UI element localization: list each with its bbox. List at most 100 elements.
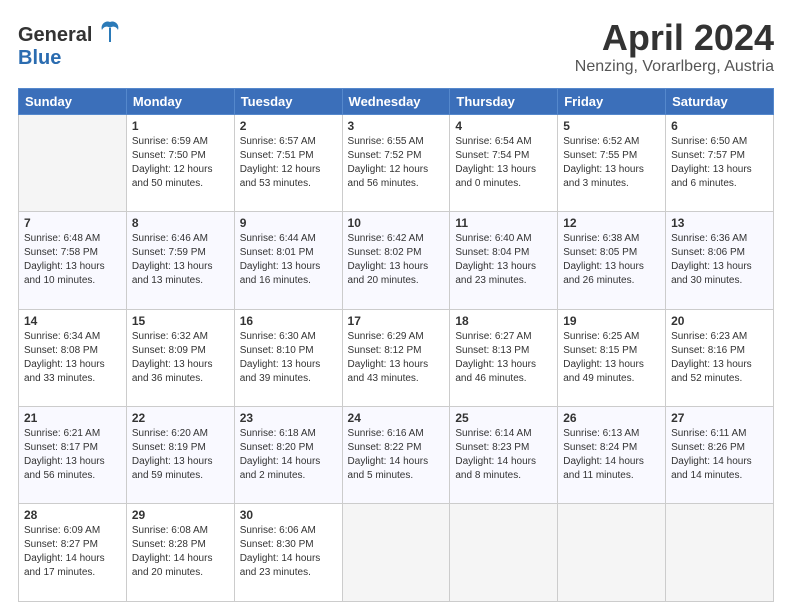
day-info: Sunrise: 6:29 AM Sunset: 8:12 PM Dayligh… [348, 330, 445, 386]
day-number: 6 [671, 119, 768, 133]
day-info: Sunrise: 6:32 AM Sunset: 8:09 PM Dayligh… [132, 330, 229, 386]
calendar-week-5: 28 Sunrise: 6:09 AM Sunset: 8:27 PM Dayli… [19, 504, 774, 602]
calendar-cell: 18Sunrise: 6:27 AM Sunset: 8:13 PM Dayli… [450, 309, 558, 406]
header: General Blue April 2024 Nenzing, Vorarlb… [18, 18, 774, 76]
calendar-week-2: 7 Sunrise: 6:48 AM Sunset: 7:58 PM Daylig… [19, 212, 774, 309]
col-monday: Monday [126, 88, 234, 114]
day-info: Sunrise: 6:06 AM Sunset: 8:30 PM Dayligh… [240, 524, 337, 580]
calendar-cell: 12Sunrise: 6:38 AM Sunset: 8:05 PM Dayli… [558, 212, 666, 309]
calendar-cell: 20Sunrise: 6:23 AM Sunset: 8:16 PM Dayli… [666, 309, 774, 406]
day-info: Sunrise: 6:42 AM Sunset: 8:02 PM Dayligh… [348, 232, 445, 288]
calendar-cell: 22 Sunrise: 6:20 AM Sunset: 8:19 PM Dayli… [126, 407, 234, 504]
calendar-subtitle: Nenzing, Vorarlberg, Austria [575, 58, 774, 76]
day-info: Sunrise: 6:50 AM Sunset: 7:57 PM Dayligh… [671, 135, 768, 191]
day-number: 4 [455, 119, 552, 133]
calendar-cell: 11Sunrise: 6:40 AM Sunset: 8:04 PM Dayli… [450, 212, 558, 309]
calendar-cell: 29Sunrise: 6:08 AM Sunset: 8:28 PM Dayli… [126, 504, 234, 602]
day-number: 14 [24, 314, 121, 328]
calendar-cell: 24Sunrise: 6:16 AM Sunset: 8:22 PM Dayli… [342, 407, 450, 504]
calendar-cell: 19Sunrise: 6:25 AM Sunset: 8:15 PM Dayli… [558, 309, 666, 406]
calendar-cell: 4Sunrise: 6:54 AM Sunset: 7:54 PM Daylig… [450, 114, 558, 211]
calendar-cell: 30 Sunrise: 6:06 AM Sunset: 8:30 PM Dayli… [234, 504, 342, 602]
day-info: Sunrise: 6:18 AM Sunset: 8:20 PM Dayligh… [240, 427, 337, 483]
day-number: 15 [132, 314, 229, 328]
day-number: 17 [348, 314, 445, 328]
day-number: 11 [455, 216, 552, 230]
day-number: 25 [455, 411, 552, 425]
logo-bird-icon [96, 18, 124, 51]
calendar-cell [558, 504, 666, 602]
calendar-week-4: 21 Sunrise: 6:21 AM Sunset: 8:17 PM Dayli… [19, 407, 774, 504]
day-info: Sunrise: 6:36 AM Sunset: 8:06 PM Dayligh… [671, 232, 768, 288]
day-info: Sunrise: 6:59 AM Sunset: 7:50 PM Dayligh… [132, 135, 229, 191]
calendar-week-1: 1 Sunrise: 6:59 AM Sunset: 7:50 PM Daylig… [19, 114, 774, 211]
day-info: Sunrise: 6:57 AM Sunset: 7:51 PM Dayligh… [240, 135, 337, 191]
calendar-cell: 7 Sunrise: 6:48 AM Sunset: 7:58 PM Daylig… [19, 212, 127, 309]
calendar-cell: 13 Sunrise: 6:36 AM Sunset: 8:06 PM Dayli… [666, 212, 774, 309]
day-number: 7 [24, 216, 121, 230]
day-info: Sunrise: 6:21 AM Sunset: 8:17 PM Dayligh… [24, 427, 121, 483]
day-info: Sunrise: 6:27 AM Sunset: 8:13 PM Dayligh… [455, 330, 552, 386]
day-info: Sunrise: 6:14 AM Sunset: 8:23 PM Dayligh… [455, 427, 552, 483]
calendar-cell: 25 Sunrise: 6:14 AM Sunset: 8:23 PM Dayli… [450, 407, 558, 504]
col-sunday: Sunday [19, 88, 127, 114]
day-info: Sunrise: 6:11 AM Sunset: 8:26 PM Dayligh… [671, 427, 768, 483]
col-saturday: Saturday [666, 88, 774, 114]
day-info: Sunrise: 6:38 AM Sunset: 8:05 PM Dayligh… [563, 232, 660, 288]
day-number: 22 [132, 411, 229, 425]
day-number: 23 [240, 411, 337, 425]
calendar-cell: 10 Sunrise: 6:42 AM Sunset: 8:02 PM Dayli… [342, 212, 450, 309]
calendar-cell: 1 Sunrise: 6:59 AM Sunset: 7:50 PM Daylig… [126, 114, 234, 211]
day-number: 28 [24, 508, 121, 522]
day-info: Sunrise: 6:30 AM Sunset: 8:10 PM Dayligh… [240, 330, 337, 386]
col-friday: Friday [558, 88, 666, 114]
page: General Blue April 2024 Nenzing, Vorarlb… [0, 0, 792, 612]
day-info: Sunrise: 6:09 AM Sunset: 8:27 PM Dayligh… [24, 524, 121, 580]
calendar-cell: 3 Sunrise: 6:55 AM Sunset: 7:52 PM Daylig… [342, 114, 450, 211]
day-info: Sunrise: 6:48 AM Sunset: 7:58 PM Dayligh… [24, 232, 121, 288]
logo: General Blue [18, 18, 124, 70]
calendar-cell: 28 Sunrise: 6:09 AM Sunset: 8:27 PM Dayli… [19, 504, 127, 602]
calendar-week-3: 14Sunrise: 6:34 AM Sunset: 8:08 PM Dayli… [19, 309, 774, 406]
day-number: 19 [563, 314, 660, 328]
day-info: Sunrise: 6:55 AM Sunset: 7:52 PM Dayligh… [348, 135, 445, 191]
calendar-title: April 2024 [575, 18, 774, 58]
day-number: 27 [671, 411, 768, 425]
calendar-table: Sunday Monday Tuesday Wednesday Thursday… [18, 88, 774, 602]
calendar-cell: 8 Sunrise: 6:46 AM Sunset: 7:59 PM Daylig… [126, 212, 234, 309]
day-number: 16 [240, 314, 337, 328]
calendar-cell: 14Sunrise: 6:34 AM Sunset: 8:08 PM Dayli… [19, 309, 127, 406]
day-number: 13 [671, 216, 768, 230]
day-info: Sunrise: 6:20 AM Sunset: 8:19 PM Dayligh… [132, 427, 229, 483]
day-number: 26 [563, 411, 660, 425]
calendar-header-row: Sunday Monday Tuesday Wednesday Thursday… [19, 88, 774, 114]
calendar-cell [19, 114, 127, 211]
calendar-cell [342, 504, 450, 602]
calendar-cell: 17 Sunrise: 6:29 AM Sunset: 8:12 PM Dayli… [342, 309, 450, 406]
day-number: 10 [348, 216, 445, 230]
day-number: 3 [348, 119, 445, 133]
day-number: 2 [240, 119, 337, 133]
day-info: Sunrise: 6:46 AM Sunset: 7:59 PM Dayligh… [132, 232, 229, 288]
day-number: 29 [132, 508, 229, 522]
calendar-cell [450, 504, 558, 602]
calendar-cell: 21 Sunrise: 6:21 AM Sunset: 8:17 PM Dayli… [19, 407, 127, 504]
calendar-cell: 15 Sunrise: 6:32 AM Sunset: 8:09 PM Dayli… [126, 309, 234, 406]
day-info: Sunrise: 6:23 AM Sunset: 8:16 PM Dayligh… [671, 330, 768, 386]
col-thursday: Thursday [450, 88, 558, 114]
col-wednesday: Wednesday [342, 88, 450, 114]
calendar-cell: 26 Sunrise: 6:13 AM Sunset: 8:24 PM Dayli… [558, 407, 666, 504]
day-number: 9 [240, 216, 337, 230]
day-number: 21 [24, 411, 121, 425]
day-number: 5 [563, 119, 660, 133]
calendar-cell: 2 Sunrise: 6:57 AM Sunset: 7:51 PM Daylig… [234, 114, 342, 211]
calendar-cell: 5Sunrise: 6:52 AM Sunset: 7:55 PM Daylig… [558, 114, 666, 211]
day-number: 30 [240, 508, 337, 522]
day-number: 8 [132, 216, 229, 230]
calendar-cell: 23 Sunrise: 6:18 AM Sunset: 8:20 PM Dayli… [234, 407, 342, 504]
title-block: April 2024 Nenzing, Vorarlberg, Austria [575, 18, 774, 76]
day-number: 24 [348, 411, 445, 425]
day-info: Sunrise: 6:13 AM Sunset: 8:24 PM Dayligh… [563, 427, 660, 483]
day-number: 1 [132, 119, 229, 133]
calendar-cell [666, 504, 774, 602]
